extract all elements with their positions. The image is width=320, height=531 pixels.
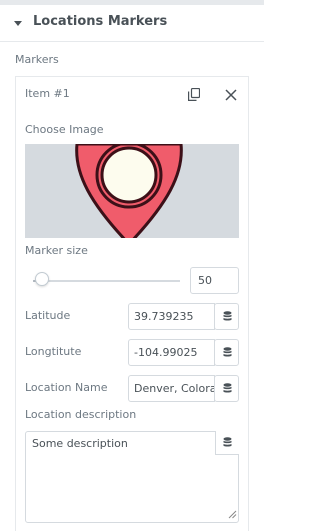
dynamic-tags-button[interactable] xyxy=(214,303,239,330)
latitude-label: Latitude xyxy=(25,309,71,322)
dynamic-tags-button[interactable] xyxy=(215,431,239,455)
map-marker-image xyxy=(75,144,183,238)
item-title[interactable]: Item #1 xyxy=(25,87,70,100)
location-description-label: Location description xyxy=(25,408,137,421)
markers-label: Markers xyxy=(15,53,59,66)
longitude-label: Longtitute xyxy=(25,345,82,358)
dynamic-tags-button[interactable] xyxy=(214,375,239,402)
database-icon xyxy=(223,347,232,357)
dynamic-tags-button[interactable] xyxy=(214,339,239,366)
location-description-textarea[interactable]: Some description xyxy=(25,431,239,523)
database-icon xyxy=(223,383,232,393)
marker-size-label: Marker size xyxy=(25,244,88,257)
copy-icon[interactable] xyxy=(188,86,204,102)
image-preview[interactable] xyxy=(25,144,239,238)
section-header[interactable]: Locations Markers xyxy=(0,5,264,42)
choose-image-label: Choose Image xyxy=(25,123,104,136)
database-icon xyxy=(223,437,232,447)
longitude-input[interactable]: -104.99025 xyxy=(128,339,215,366)
location-name-label: Location Name xyxy=(25,381,108,394)
resize-handle-icon[interactable] xyxy=(228,510,237,519)
section-title: Locations Markers xyxy=(33,14,168,29)
caret-down-icon[interactable] xyxy=(14,21,22,26)
latitude-input[interactable]: 39.739235 xyxy=(128,303,215,330)
location-name-input[interactable]: Denver, Colorado xyxy=(128,375,215,402)
marker-size-input[interactable]: 50 xyxy=(190,267,239,294)
database-icon xyxy=(223,311,232,321)
marker-size-slider[interactable] xyxy=(33,280,180,282)
close-icon[interactable] xyxy=(225,86,241,102)
repeater-item-header[interactable]: Item #1 xyxy=(15,76,249,111)
